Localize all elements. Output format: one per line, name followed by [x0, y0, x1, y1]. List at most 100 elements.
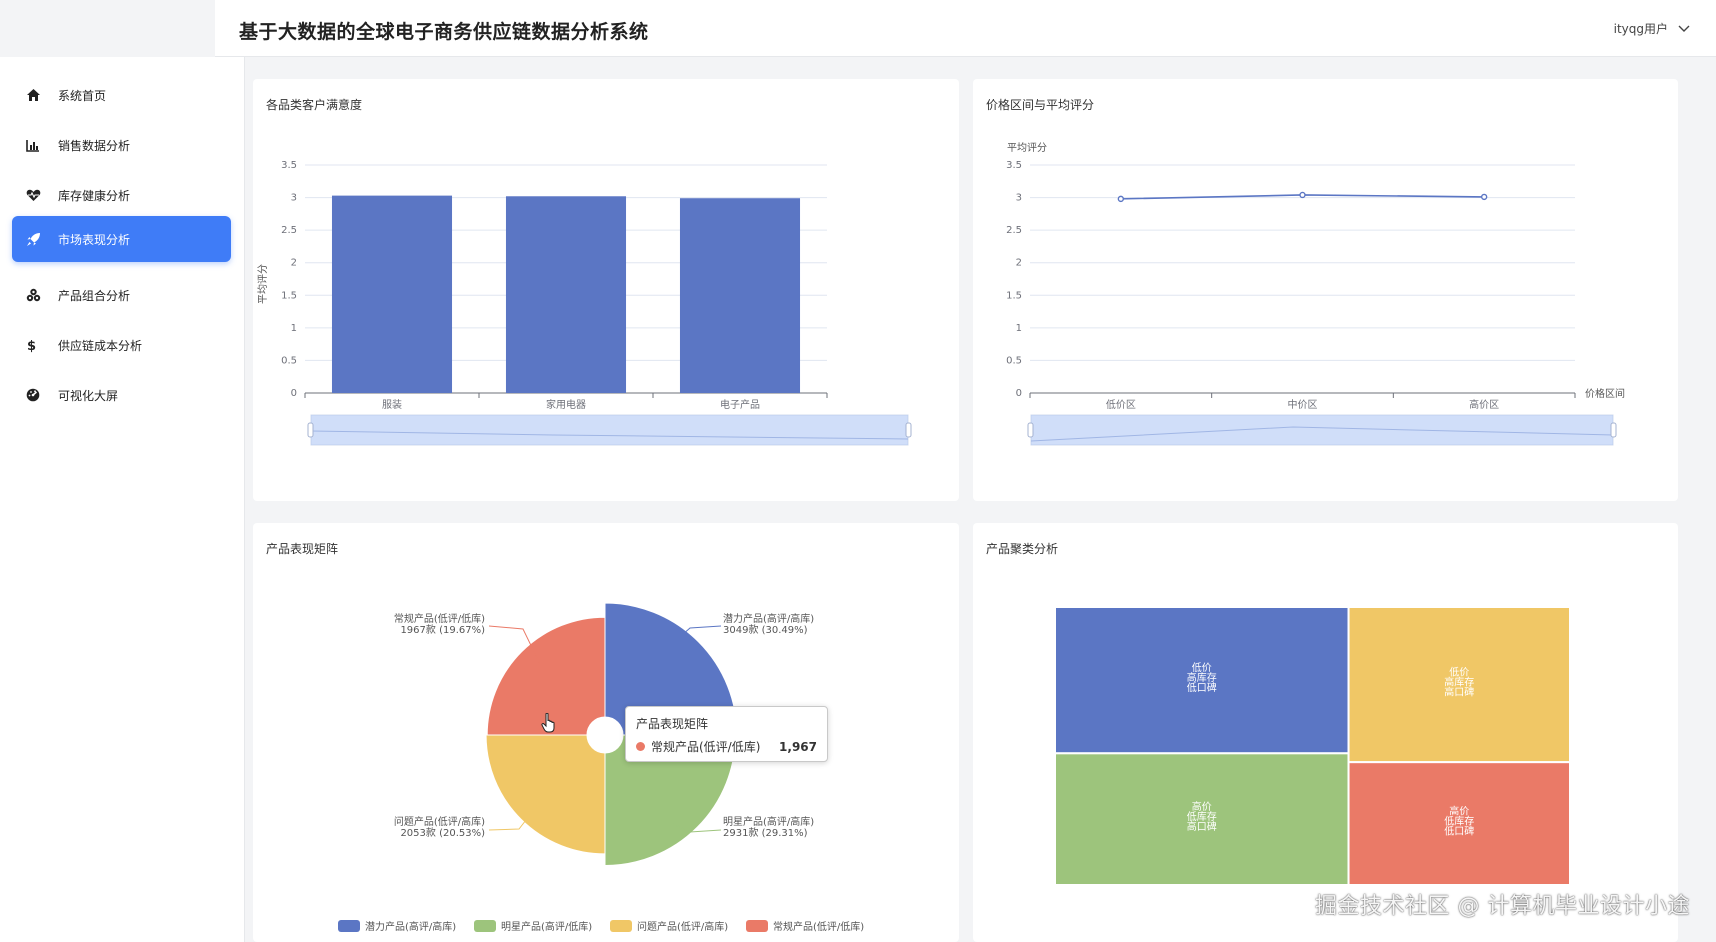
y-tick-label: 3.5 [1006, 160, 1022, 171]
bar-chart-icon [26, 137, 48, 153]
sidebar: 系统首页 销售数据分析 库存健康分析 市场表现分析 产品组合分析 $ 供应链成本… [0, 57, 245, 942]
legend-label: 常规产品(低评/低库) [773, 920, 864, 933]
legend-swatch [610, 920, 632, 932]
x-tick-label: 中价区 [1288, 398, 1318, 411]
data-zoom-handle-right [1610, 422, 1617, 438]
pie-label-value: 1967款 (19.67%) [400, 623, 485, 636]
heartbeat-icon [26, 187, 48, 203]
y-tick-label: 1.5 [1006, 290, 1022, 301]
y-tick-label: 3 [291, 193, 297, 204]
legend-label: 潜力产品(高评/高库) [365, 920, 456, 933]
sidebar-item-dashboard[interactable]: 可视化大屏 [12, 372, 231, 418]
x-tick-label: 服装 [382, 398, 402, 411]
matrix-rose-chart: 潜力产品(高评/高库)3049款 (30.49%)明星产品(高评/高库)2931… [338, 602, 864, 933]
y-tick-label: 1 [1016, 323, 1022, 334]
y-tick-label: 2 [291, 258, 297, 269]
bar [331, 195, 453, 393]
sidebar-item-cost[interactable]: $ 供应链成本分析 [12, 322, 231, 368]
user-name: ityqg用户 [1613, 22, 1668, 36]
top-header: 基于大数据的全球电子商务供应链数据分析系统 ityqg用户 [215, 0, 1716, 57]
x-tick-label: 家用电器 [546, 398, 586, 411]
pie-label-value: 2053款 (20.53%) [400, 826, 485, 839]
card-cluster: 产品聚类分析 低价高库存低口碑 高价低库存高口碑 低价高库存高口碑 高价低库存低口碑 [973, 523, 1678, 942]
data-zoom-handle-right [905, 422, 912, 438]
x-tick-label: 电子产品 [720, 398, 760, 411]
sidebar-item-label: 市场表现分析 [58, 232, 131, 247]
sidebar-item-inventory[interactable]: 库存健康分析 [12, 172, 231, 218]
svg-text:$: $ [27, 339, 36, 353]
legend-swatch [746, 920, 768, 932]
y-tick-label: 2 [1016, 258, 1022, 269]
card-price: 价格区间与平均评分 0 0.5 1 1.5 2 2.5 3 3.5 低价区 中价区 高价区 平均评分价… [973, 79, 1678, 501]
y-tick-label: 2.5 [1006, 225, 1022, 236]
logo-area [0, 0, 215, 57]
data-zoom-selection [311, 415, 908, 445]
x-axis-label: 价格区间 [1585, 387, 1625, 400]
card-matrix: 产品表现矩阵 潜力产品(高评/高库) 3049款 (30.49%) 明星产品(高评/… [253, 523, 959, 942]
y-tick-label: 0.5 [1006, 355, 1022, 366]
pie-label: 潜力产品(高评/高库) [723, 612, 814, 625]
tooltip-value: 1,967 [779, 739, 817, 754]
chevron-down-icon [1678, 25, 1690, 33]
rocket-icon [26, 231, 48, 247]
pie-label: 问题产品(低评/高库) [394, 815, 485, 828]
y-tick-label: 0.5 [281, 355, 297, 366]
home-icon [26, 87, 48, 103]
data-zoom-handle-left [1027, 422, 1034, 438]
price-line-chart: 0 0.5 1 1.5 2 2.5 3 3.5 低价区 中价区 高价区 平均评分价格区间 [1006, 142, 1625, 446]
legend-swatch [474, 920, 496, 932]
y-axis-label: 平均评分 [257, 264, 269, 304]
pie-label-value: 2931款 (29.31%) [723, 826, 808, 839]
line-point [1117, 195, 1125, 203]
legend-swatch [338, 920, 360, 932]
satisfaction-bar-chart: 0 0.5 1 1.5 2 2.5 3 3.5 服装 家用电器 电子产品 平均评分 [257, 160, 912, 446]
x-tick-label: 高价区 [1469, 398, 1499, 411]
y-tick-label: 1 [291, 323, 297, 334]
chart-tooltip: 产品表现矩阵 常规产品(低评/低库) 1,967 [625, 706, 828, 762]
pie-label: 明星产品(高评/高库) [723, 815, 814, 828]
dashboard-icon [26, 387, 48, 403]
tooltip-row: 常规产品(低评/低库) 1,967 [636, 738, 817, 755]
tooltip-item: 常规产品(低评/低库) [651, 740, 761, 754]
sidebar-item-label: 库存健康分析 [58, 188, 131, 203]
pie-label: 常规产品(低评/低库) [394, 612, 485, 625]
line-point [1299, 191, 1306, 199]
tooltip-marker [636, 742, 645, 751]
y-axis-label: 平均评分 [1007, 142, 1047, 154]
bar [505, 196, 627, 393]
y-tick-label: 3 [1016, 193, 1022, 204]
sidebar-item-label: 销售数据分析 [58, 138, 131, 153]
user-menu[interactable]: ityqg用户 [1614, 20, 1690, 37]
sidebar-item-sales[interactable]: 销售数据分析 [12, 122, 231, 168]
sidebar-item-label: 可视化大屏 [58, 388, 119, 403]
pie-slice [485, 734, 606, 855]
sidebar-item-market[interactable]: 市场表现分析 [12, 216, 231, 262]
page-title: 基于大数据的全球电子商务供应链数据分析系统 [239, 21, 649, 43]
y-tick-label: 2.5 [281, 225, 297, 236]
legend-label: 问题产品(低评/高库) [637, 920, 728, 933]
data-zoom-handle-left [307, 422, 314, 438]
line-point [1480, 193, 1488, 201]
mouse-pointer-icon [541, 712, 557, 737]
y-tick-label: 3.5 [281, 160, 297, 171]
cluster-treemap: 低价高库存低口碑高价低库存高口碑低价高库存高口碑高价低库存低口碑 [1054, 606, 1571, 887]
legend-label: 明星产品(高评/低库) [501, 920, 592, 933]
y-tick-label: 1.5 [281, 290, 297, 301]
sidebar-item-portfolio[interactable]: 产品组合分析 [12, 272, 231, 318]
bar [679, 198, 801, 393]
sidebar-item-label: 系统首页 [58, 88, 107, 103]
app-root: 基于大数据的全球电子商务供应链数据分析系统 ityqg用户 系统首页 销售数据分… [0, 0, 1716, 942]
sidebar-item-home[interactable]: 系统首页 [12, 72, 231, 118]
x-tick-label: 低价区 [1106, 398, 1136, 411]
sidebar-item-label: 供应链成本分析 [58, 338, 143, 353]
data-zoom-selection [1031, 415, 1613, 445]
pie-label-value: 3049款 (30.49%) [723, 623, 808, 636]
y-tick-label: 0 [1016, 388, 1022, 399]
tooltip-title: 产品表现矩阵 [636, 717, 709, 731]
dollar-icon: $ [26, 337, 48, 353]
watermark-text: 掘金技术社区 @ 计算机毕业设计小途 [1315, 894, 1690, 919]
sidebar-item-label: 产品组合分析 [58, 288, 131, 303]
card-satisfaction: 各品类客户满意度 0 0.5 1 1.5 2 2.5 3 3.5 服装 家用电器 电子产品 平均评分 [253, 79, 959, 501]
cubes-icon [26, 287, 48, 303]
y-tick-label: 0 [291, 388, 297, 399]
